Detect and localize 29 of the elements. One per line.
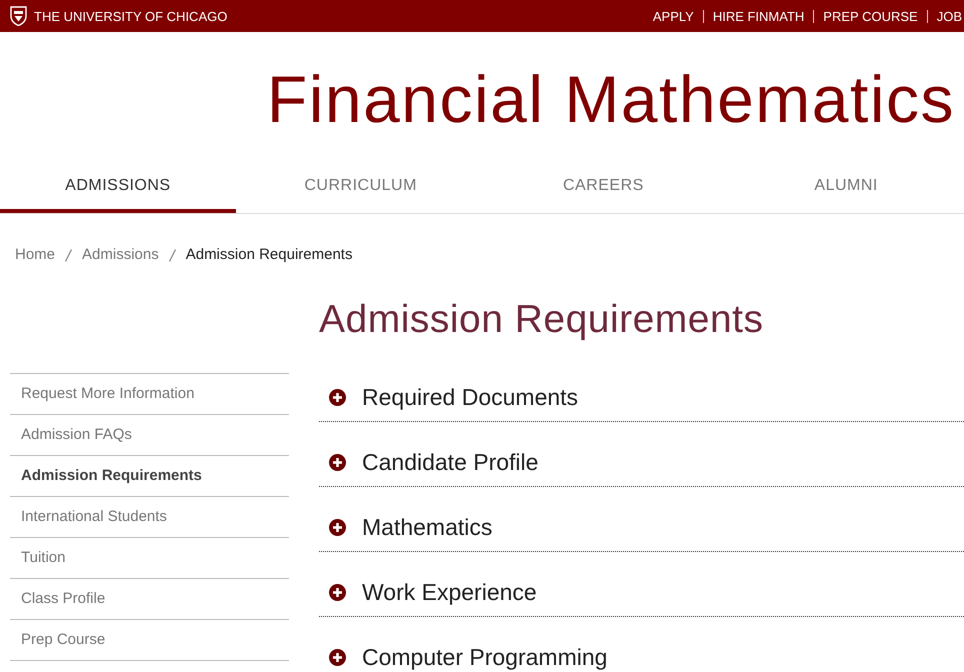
- accordion-header[interactable]: Candidate Profile: [329, 450, 538, 474]
- accordion-header[interactable]: Computer Programming: [329, 645, 608, 669]
- site-title: Financial Mathematics: [266, 66, 955, 132]
- slash-icon: [65, 248, 72, 262]
- accordion-header[interactable]: Work Experience: [329, 580, 537, 604]
- nav-tab[interactable]: ADMISSIONS: [0, 165, 236, 213]
- top-nav-link[interactable]: APPLY: [652, 10, 694, 22]
- shield-icon: [10, 6, 27, 26]
- sidebar-link[interactable]: Prep Course: [10, 620, 289, 661]
- sidebar-link[interactable]: Tuition: [10, 538, 289, 579]
- sidebar-link[interactable]: Admission FAQs: [10, 415, 289, 456]
- accordion-header[interactable]: Required Documents: [329, 385, 578, 409]
- top-nav-link[interactable]: JOB: [936, 10, 962, 22]
- sidebar-link[interactable]: Class Profile: [10, 579, 289, 620]
- breadcrumb-current[interactable]: Admission Requirements: [186, 245, 352, 265]
- sidebar-link[interactable]: Admission Requirements: [10, 456, 289, 497]
- breadcrumb-link[interactable]: Home: [15, 245, 56, 265]
- nav-tab[interactable]: CAREERS: [486, 165, 722, 213]
- nav-tab[interactable]: CURRICULUM: [242, 165, 478, 213]
- sidebar-link[interactable]: Request More Information: [10, 374, 289, 415]
- nav-tab[interactable]: ALUMNI: [728, 165, 964, 213]
- slash-icon: [168, 248, 176, 262]
- breadcrumb-link[interactable]: Admissions: [82, 245, 159, 265]
- page-title: Admission Requirements: [319, 298, 765, 342]
- top-nav-link[interactable]: HIRE FINMATH: [712, 10, 804, 22]
- sidebar-link[interactable]: International Students: [10, 497, 289, 538]
- university-link[interactable]: THE UNIVERSITY OF CHICAGO: [34, 10, 228, 22]
- accordion-header[interactable]: Mathematics: [329, 515, 492, 539]
- top-nav-link[interactable]: PREP COURSE: [823, 10, 918, 22]
